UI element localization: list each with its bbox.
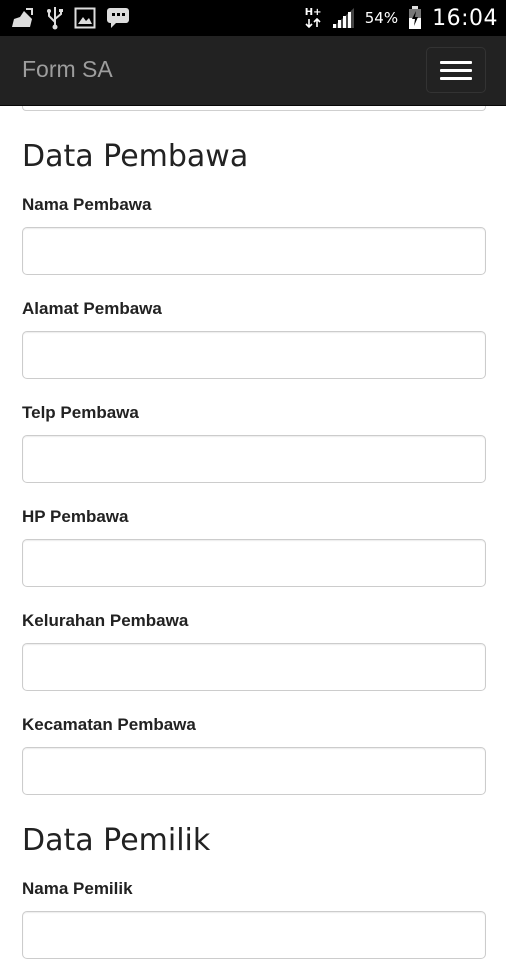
form-group-nama-pembawa: Nama Pembawa	[22, 195, 486, 275]
nama-pemilik-input[interactable]	[22, 911, 486, 959]
section-title-data-pemilik: Data Pemilik	[22, 823, 211, 858]
status-bar-system: H+ 54% 16:04	[305, 6, 498, 31]
status-bar-notifications	[10, 6, 130, 30]
kelurahan-pembawa-input[interactable]	[22, 643, 486, 691]
clock: 16:04	[432, 5, 498, 31]
section-title-data-pembawa: Data Pembawa	[22, 139, 249, 174]
field-label: Kecamatan Pembawa	[22, 715, 196, 734]
status-bar: H+ 54% 16:04	[0, 0, 506, 36]
battery-icon	[408, 6, 422, 30]
field-label: Kelurahan Pembawa	[22, 611, 189, 630]
telp-pembawa-input[interactable]	[22, 435, 486, 483]
form-group-alamat-pembawa: Alamat Pembawa	[22, 299, 486, 379]
data-transfer-icon: H+	[304, 7, 322, 28]
network-type-label: H+	[304, 7, 322, 18]
hamburger-menu-icon	[440, 76, 472, 80]
field-label: HP Pembawa	[22, 507, 129, 526]
app-notification-icon	[10, 7, 36, 29]
field-label: Telp Pembawa	[22, 403, 139, 422]
usb-icon	[46, 6, 64, 30]
form-group-hp-pembawa: HP Pembawa	[22, 507, 486, 587]
navbar-brand[interactable]: Form SA	[22, 56, 113, 83]
nama-pembawa-input[interactable]	[22, 227, 486, 275]
hamburger-menu-icon	[440, 60, 472, 64]
field-label: Nama Pembawa	[22, 195, 152, 214]
form-content: Data Pembawa Nama Pembawa Alamat Pembawa…	[22, 106, 486, 959]
form-group-nama-pemilik: Nama Pemilik	[22, 879, 486, 959]
form-group-telp-pembawa: Telp Pembawa	[22, 403, 486, 483]
hamburger-menu-button[interactable]	[426, 47, 486, 93]
hp-pembawa-input[interactable]	[22, 539, 486, 587]
form-group-kelurahan-pembawa: Kelurahan Pembawa	[22, 611, 486, 691]
field-label: Nama Pemilik	[22, 879, 133, 898]
previous-panel-edge	[22, 106, 486, 111]
image-icon	[74, 7, 96, 29]
battery-percent: 54%	[364, 9, 399, 27]
chat-icon	[106, 7, 130, 29]
form-group-kecamatan-pembawa: Kecamatan Pembawa	[22, 715, 486, 795]
field-label: Alamat Pembawa	[22, 299, 162, 318]
app-navbar: Form SA	[0, 36, 506, 106]
hamburger-menu-icon	[440, 68, 472, 72]
kecamatan-pembawa-input[interactable]	[22, 747, 486, 795]
signal-icon	[331, 7, 355, 29]
alamat-pembawa-input[interactable]	[22, 331, 486, 379]
